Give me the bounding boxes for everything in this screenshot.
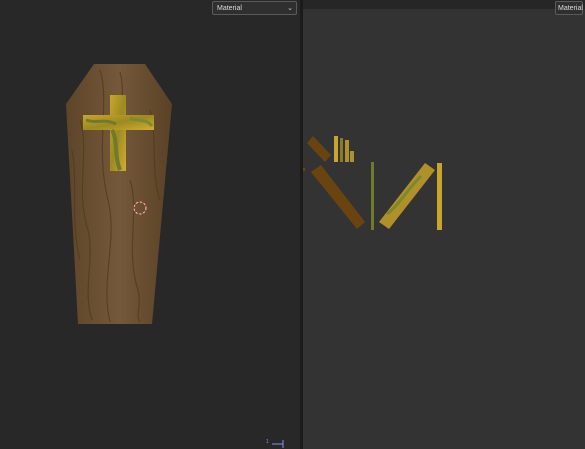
uv-island-bar-3[interactable] [345, 140, 349, 162]
gizmo-axis-label: 1 [266, 439, 269, 445]
uv-island-lid-long[interactable] [311, 165, 365, 229]
uv-island-bar-tall[interactable] [371, 162, 374, 230]
uv-island-cross-diagonal[interactable] [379, 163, 435, 229]
uv-island-bar-right[interactable] [437, 163, 442, 230]
uv-island-speck [303, 168, 305, 171]
uv-island-bar-1[interactable] [334, 136, 338, 162]
uv-editor-viewport[interactable]: Material [303, 0, 585, 449]
3d-viewport[interactable]: 1 Material ⌄ [0, 0, 300, 449]
chevron-down-icon: ⌄ [287, 5, 293, 12]
uv-island-bar-4[interactable] [350, 151, 354, 162]
shading-mode-dropdown[interactable]: Material ⌄ [212, 1, 297, 15]
axis-gizmo-icon [272, 440, 284, 448]
coffin-mesh[interactable] [0, 0, 300, 449]
uv-islands[interactable] [303, 0, 585, 449]
uv-island-lid-small[interactable] [307, 136, 331, 162]
uv-island-bar-2[interactable] [340, 138, 343, 162]
shading-mode-value: Material [217, 5, 242, 12]
